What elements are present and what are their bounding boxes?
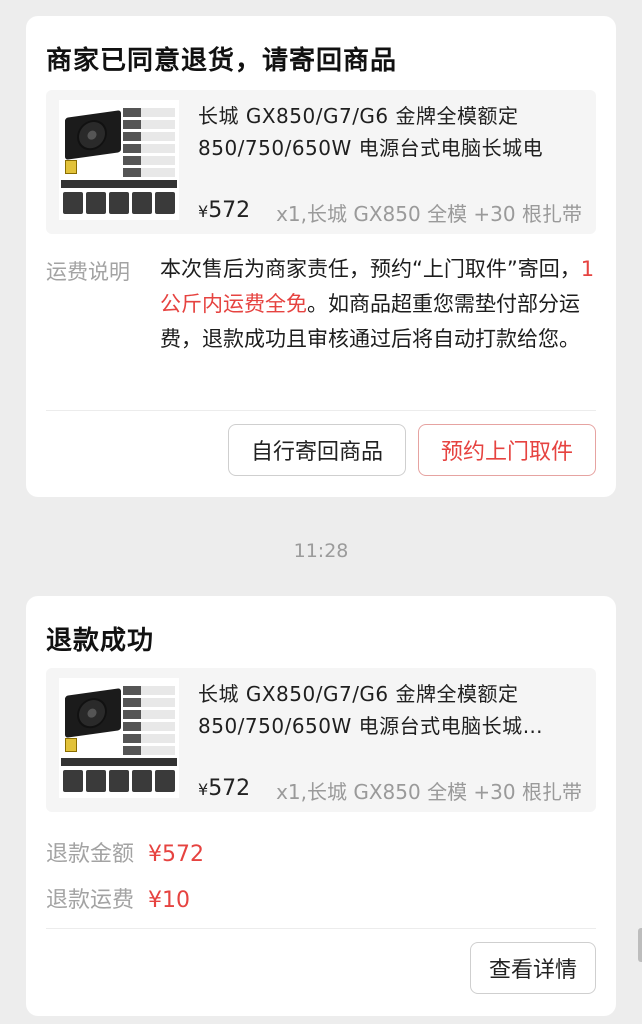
- message-timestamp: 11:28: [293, 540, 349, 562]
- refund-amount-value: ¥572: [148, 842, 205, 867]
- shipping-note-text: 本次售后为商家责任，预约“上门取件”寄回，1公斤内运费全免。如商品超重您需垫付部…: [160, 252, 600, 357]
- currency-symbol: ¥: [198, 202, 209, 221]
- psu-image: [65, 110, 121, 160]
- card-title: 退款成功: [46, 626, 155, 656]
- currency-symbol: ¥: [198, 780, 209, 799]
- return-approved-card: 商家已同意退货，请寄回商品 长城 GX850/G7/G6 金牌全模额定 850/…: [26, 16, 616, 497]
- cables-graphic: [63, 192, 175, 214]
- schedule-pickup-button[interactable]: 预约上门取件: [418, 424, 596, 476]
- psu-image: [65, 688, 121, 738]
- divider: [46, 410, 596, 411]
- product-name: 长城 GX850/G7/G6 金牌全模额定 850/750/650W 电源台式电…: [198, 682, 544, 738]
- refund-shipping-row: 退款运费 ¥10: [46, 882, 190, 914]
- self-return-button[interactable]: 自行寄回商品: [228, 424, 406, 476]
- product-banner-graphic: [61, 758, 177, 766]
- spec-list-graphic: [123, 108, 175, 180]
- refund-amount-row: 退款金额 ¥572: [46, 836, 204, 868]
- product-thumbnail[interactable]: [59, 100, 179, 220]
- shipping-note-part1: 本次售后为商家责任，预约“上门取件”寄回，: [160, 257, 581, 281]
- card-title: 商家已同意退货，请寄回商品: [46, 46, 398, 76]
- product-price: ¥572: [198, 198, 250, 223]
- product-summary[interactable]: 长城 GX850/G7/G6 金牌全模额定 850/750/650W 电源台式电…: [46, 90, 596, 234]
- product-thumbnail[interactable]: [59, 678, 179, 798]
- product-banner-graphic: [61, 180, 177, 188]
- refund-shipping-label: 退款运费: [46, 888, 135, 913]
- product-sku: x1,长城 GX850 全模 +30 根扎带: [276, 780, 582, 804]
- gold-badge-icon: [65, 738, 77, 752]
- refund-success-card: 退款成功 长城 GX850/G7/G6 金牌全模额定 850/750/650W …: [26, 596, 616, 1016]
- refund-amount-label: 退款金额: [46, 842, 135, 867]
- spec-list-graphic: [123, 686, 175, 758]
- product-name: 长城 GX850/G7/G6 金牌全模额定 850/750/650W 电源台式电…: [198, 104, 544, 160]
- shipping-note-label: 运费说明: [46, 260, 130, 284]
- cables-graphic: [63, 770, 175, 792]
- gold-badge-icon: [65, 160, 77, 174]
- product-summary[interactable]: 长城 GX850/G7/G6 金牌全模额定 850/750/650W 电源台式电…: [46, 668, 596, 812]
- product-price: ¥572: [198, 776, 250, 801]
- price-value: 572: [208, 776, 251, 801]
- edge-drawer-handle[interactable]: [638, 928, 642, 962]
- divider: [46, 928, 596, 929]
- refund-shipping-value: ¥10: [148, 888, 191, 913]
- view-details-button[interactable]: 查看详情: [470, 942, 596, 994]
- product-sku: x1,长城 GX850 全模 +30 根扎带: [276, 202, 582, 226]
- price-value: 572: [208, 198, 251, 223]
